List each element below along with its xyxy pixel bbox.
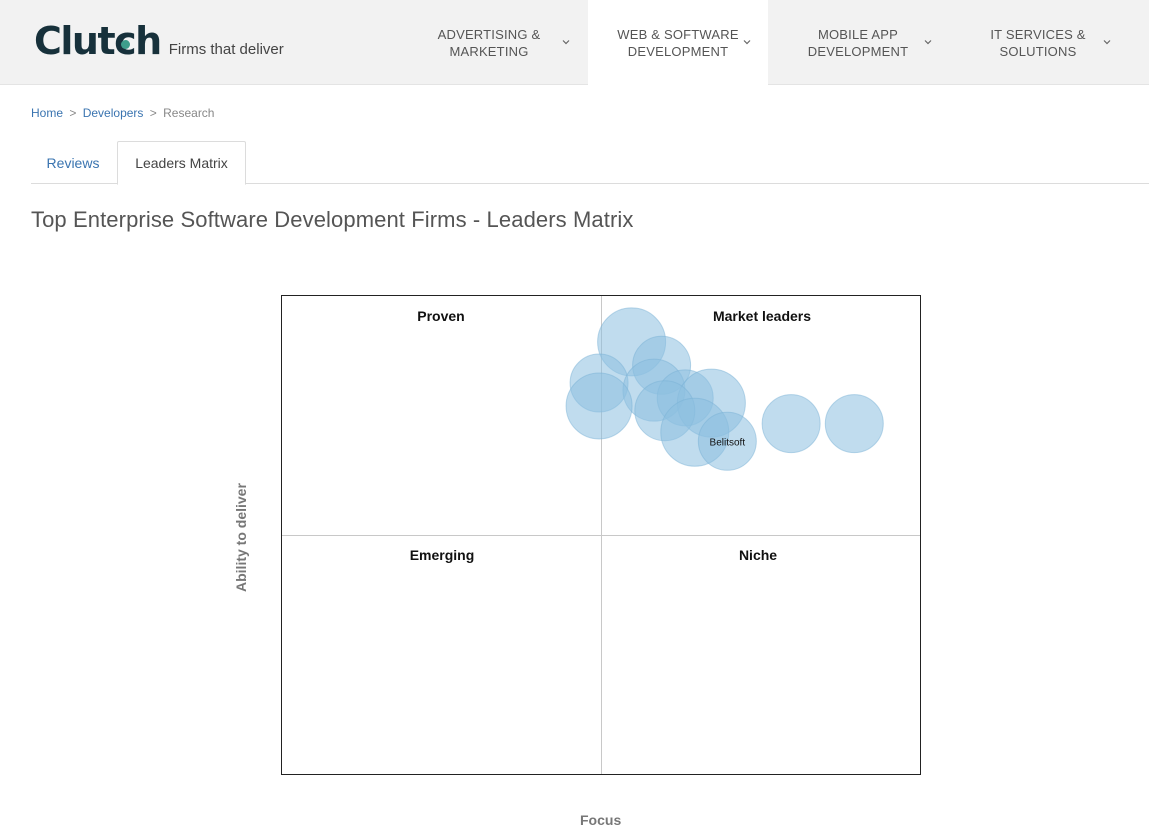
logo-dot-icon [121, 40, 130, 49]
tab-leaders-matrix[interactable]: Leaders Matrix [117, 141, 246, 185]
clutch-logo[interactable]: Clutch Firms that deliver [34, 20, 284, 62]
chevron-down-icon [1103, 38, 1111, 46]
page-tabs: Reviews Leaders Matrix [31, 141, 1149, 185]
chart-bubble-10[interactable] [824, 394, 884, 454]
nav-advertising-marketing[interactable]: ADVERTISING & MARKETING [408, 0, 588, 85]
site-header: Clutch Firms that deliver ADVERTISING & … [0, 0, 1149, 85]
logo-wordmark: Clutch [34, 19, 162, 63]
chart-bubble-9[interactable] [761, 394, 821, 454]
main-nav: ADVERTISING & MARKETING WEB & SOFTWARE D… [408, 0, 1128, 85]
breadcrumb-home[interactable]: Home [31, 106, 63, 120]
chevron-down-icon [562, 38, 570, 46]
page-title: Top Enterprise Software Development Firm… [31, 207, 634, 232]
bubble-label: Belitsoft [710, 437, 746, 448]
bubble-layer: Belitsoft [565, 307, 884, 471]
chevron-down-icon [924, 38, 932, 46]
breadcrumb-developers[interactable]: Developers [83, 106, 144, 120]
tab-reviews[interactable]: Reviews [31, 141, 115, 184]
nav-it-services-solutions[interactable]: IT SERVICES & SOLUTIONS [948, 0, 1128, 85]
nav-web-software-development[interactable]: WEB & SOFTWARE DEVELOPMENT [588, 0, 768, 85]
leaders-matrix-chart: Proven Market leaders Emerging Niche Bel… [281, 295, 921, 775]
chart-bubble-7[interactable] [565, 372, 633, 440]
x-axis-label: Focus [580, 812, 622, 828]
breadcrumb: Home > Developers > Research [31, 106, 214, 120]
breadcrumb-current: Research [163, 106, 215, 120]
breadcrumb-separator: > [149, 106, 157, 120]
breadcrumb-separator: > [69, 106, 77, 120]
nav-mobile-app-development[interactable]: MOBILE APP DEVELOPMENT [768, 0, 948, 85]
chevron-down-icon [743, 38, 751, 46]
y-axis-label: Ability to deliver [233, 483, 249, 592]
logo-tagline: Firms that deliver [168, 41, 284, 58]
